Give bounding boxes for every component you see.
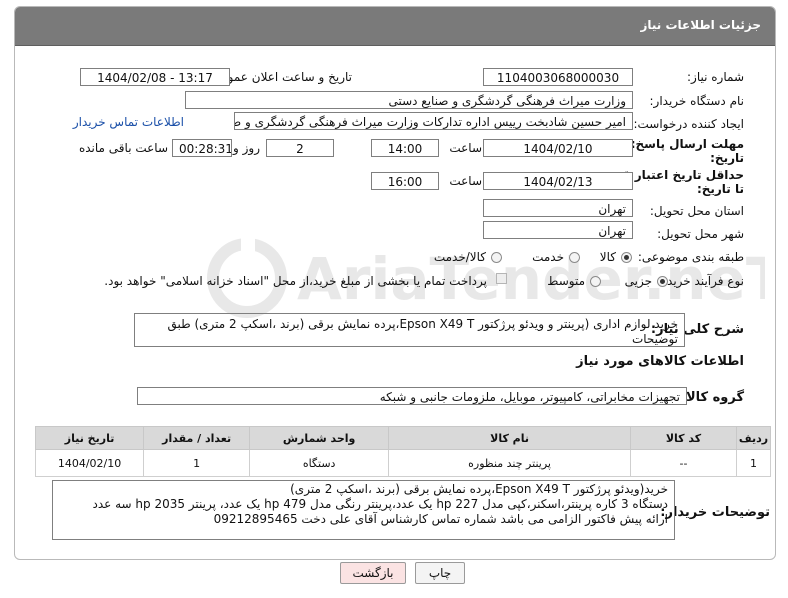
buyer-notes-label: توضیحات خریدار: — [660, 505, 770, 520]
cell-code: -- — [630, 449, 738, 477]
print-button[interactable]: چاپ — [415, 562, 465, 584]
category-radio-goods[interactable] — [621, 252, 632, 263]
province-field: تهران — [483, 199, 633, 217]
process-radio-partial[interactable] — [657, 276, 668, 287]
contact-buyer-link[interactable]: اطلاعات تماس خریدار — [73, 115, 184, 129]
col-code: کد کالا — [630, 426, 738, 450]
deadline-label: مهلت ارسال پاسخ: تا — [617, 137, 745, 151]
deadline-time-field: 14:00 — [371, 139, 439, 157]
category-option-both: کالا/خدمت — [433, 250, 486, 264]
treasury-payment-checkbox[interactable] — [496, 273, 507, 284]
buyer-notes-line-2: دستگاه 3 کاره پرینتر،اسکنر،کپی مدل hp 22… — [92, 497, 668, 511]
process-option-medium: متوسط — [547, 274, 585, 288]
process-radio-medium[interactable] — [590, 276, 601, 287]
province-label: استان محل تحویل: — [649, 204, 744, 218]
remaining-time-field: 00:28:31 — [172, 139, 232, 157]
col-qty: تعداد / مقدار — [143, 426, 251, 450]
goods-group-field: تجهیزات مخابراتی، کامپیوتر، موبایل، ملزو… — [137, 387, 687, 405]
col-name: نام کالا — [388, 426, 632, 450]
cell-row: 1 — [736, 449, 771, 477]
treasury-payment-note: پرداخت تمام یا بخشی از مبلغ خرید،از محل … — [104, 274, 487, 288]
cell-qty: 1 — [143, 449, 251, 477]
remaining-label: ساعت باقی مانده — [78, 141, 168, 155]
goods-group-label: گروه کالا: — [680, 390, 744, 405]
creator-field: امیر حسین شادبخت رییس اداره تدارکات وزار… — [234, 112, 633, 130]
description-field: خرید لوازم اداری (پرینتر و ویدئو پرژکتور… — [134, 313, 685, 347]
goods-section-title: اطلاعات کالاهای مورد نیاز — [576, 354, 744, 369]
city-label: شهر محل تحویل: — [657, 227, 744, 241]
panel-header: جزئیات اطلاعات نیاز — [15, 7, 775, 46]
buyer-notes-line-3: ارائه پیش فاکتور الزامی می باشد شماره تم… — [213, 512, 668, 526]
buyer-org-field: وزارت میراث فرهنگی گردشگری و صنایع دستی — [185, 91, 633, 109]
min-price-date-field: 1404/02/13 — [483, 172, 633, 190]
cell-name: پرینتر چند منظوره — [388, 449, 632, 477]
creator-label: ایجاد کننده درخواست: — [633, 117, 744, 131]
need-number-label: شماره نیاز: — [687, 70, 744, 84]
announce-field: 1404/02/08 - 13:17 — [80, 68, 230, 86]
process-label: نوع فرآیند خرید : — [659, 274, 744, 288]
days-field: 2 — [266, 139, 334, 157]
min-price-time-label: ساعت — [449, 174, 482, 188]
category-option-goods: کالا — [599, 250, 616, 264]
process-option-partial: جزیی — [624, 274, 652, 288]
category-label: طبقه بندی موضوعی: — [637, 250, 744, 264]
buyer-notes-field: خرید(ویدئو پرژکتور Epson X49 T،پرده نمای… — [52, 480, 675, 540]
days-label: روز و — [233, 141, 260, 155]
min-price-label-2: تا تاریخ: — [696, 182, 744, 196]
goods-table: ردیف کد کالا نام کالا واحد شمارش تعداد /… — [34, 426, 771, 477]
buyer-org-label: نام دستگاه خریدار: — [649, 94, 745, 108]
min-price-time-field: 16:00 — [371, 172, 439, 190]
cell-unit: دستگاه — [249, 449, 390, 477]
panel-title: جزئیات اطلاعات نیاز — [640, 18, 761, 32]
city-field: تهران — [483, 221, 633, 239]
deadline-label-2: تاریخ: — [710, 151, 744, 165]
table-row: 1 -- پرینتر چند منظوره دستگاه 1 1404/02/… — [34, 449, 771, 477]
goods-table-header: ردیف کد کالا نام کالا واحد شمارش تعداد /… — [34, 426, 771, 450]
category-radio-both[interactable] — [491, 252, 502, 263]
back-button[interactable]: بازگشت — [340, 562, 406, 584]
col-unit: واحد شمارش — [249, 426, 390, 450]
need-number-field: 1104003068000030 — [483, 68, 633, 86]
buyer-notes-line-1: خرید(ویدئو پرژکتور Epson X49 T،پرده نمای… — [290, 482, 668, 496]
cell-date: 1404/02/10 — [34, 449, 145, 477]
deadline-date-field: 1404/02/10 — [483, 139, 633, 157]
category-radio-service[interactable] — [569, 252, 580, 263]
deadline-time-label: ساعت — [449, 141, 482, 155]
col-row: ردیف — [736, 426, 771, 450]
category-option-service: خدمت — [532, 250, 564, 264]
col-date: تاریخ نیاز — [34, 426, 145, 450]
